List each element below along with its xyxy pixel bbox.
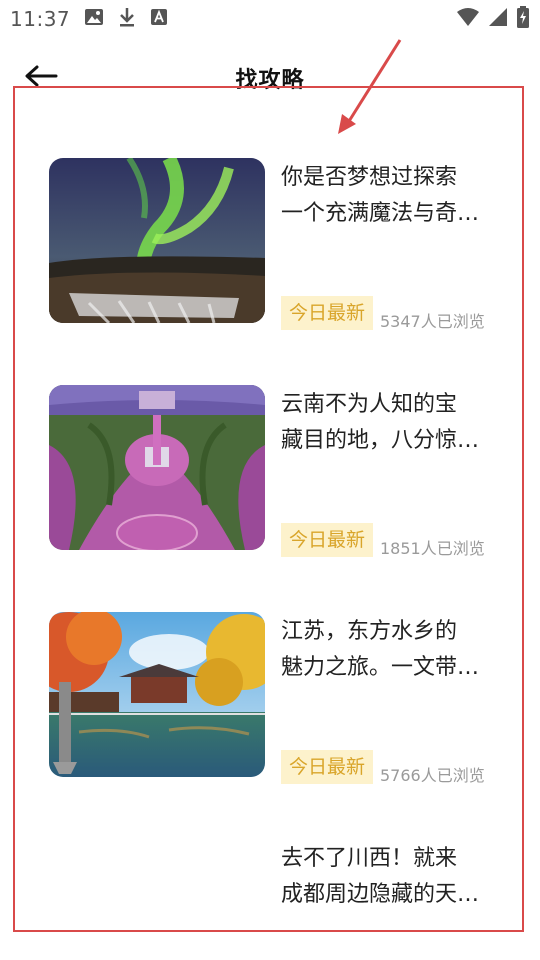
font-icon bbox=[150, 7, 168, 31]
status-badge: 今日最新 bbox=[281, 523, 374, 557]
list-item[interactable]: 你是否梦想过探索 一个充满魔法与奇… 今日最新 5347人已浏览 bbox=[49, 158, 499, 331]
status-bar-left: 11:37 bbox=[10, 7, 168, 32]
battery-charging-icon bbox=[516, 6, 530, 32]
status-badge: 今日最新 bbox=[281, 296, 374, 330]
aurora-waterfall-photo bbox=[49, 158, 265, 323]
article-title: 去不了川西！就来 成都周边隐藏的天… bbox=[281, 841, 496, 913]
view-count: 5347人已浏览 bbox=[380, 312, 485, 331]
article-thumbnail bbox=[49, 612, 265, 777]
download-icon bbox=[118, 7, 136, 32]
article-title: 江苏，东方水乡的 魅力之旅。一文带… bbox=[281, 614, 496, 686]
status-bar-right bbox=[456, 6, 530, 32]
list-item[interactable]: 江苏，东方水乡的 魅力之旅。一文带… 今日最新 5766人已浏览 bbox=[49, 612, 499, 785]
list-item[interactable]: 去不了川西！就来 成都周边隐藏的天… bbox=[49, 839, 499, 919]
article-title-line: 一个充满魔法与奇… bbox=[281, 201, 480, 226]
page-title: 找攻略 bbox=[235, 68, 305, 93]
article-title-line: 藏目的地，八分惊… bbox=[281, 428, 480, 453]
status-notification-icons bbox=[84, 7, 168, 32]
article-title-line: 你是否梦想过探索 bbox=[281, 165, 458, 190]
wifi-icon bbox=[456, 7, 480, 31]
article-title: 云南不为人知的宝 藏目的地，八分惊… bbox=[281, 387, 496, 459]
view-count: 1851人已浏览 bbox=[380, 539, 485, 558]
list-item[interactable]: 云南不为人知的宝 藏目的地，八分惊… 今日最新 1851人已浏览 bbox=[49, 385, 499, 558]
view-count: 5766人已浏览 bbox=[380, 766, 485, 785]
article-title-line: 去不了川西！就来 bbox=[281, 846, 458, 871]
top-app-bar: 找攻略 bbox=[0, 50, 540, 106]
image-icon bbox=[84, 7, 104, 31]
status-time: 11:37 bbox=[10, 7, 71, 31]
aerial-garden-photo bbox=[49, 385, 265, 550]
autumn-pavilion-lake-photo bbox=[49, 612, 265, 777]
signal-icon bbox=[488, 7, 508, 31]
article-thumbnail bbox=[49, 385, 265, 550]
article-title: 你是否梦想过探索 一个充满魔法与奇… bbox=[281, 160, 496, 232]
article-title-line: 云南不为人知的宝 bbox=[281, 392, 458, 417]
status-badge: 今日最新 bbox=[281, 750, 374, 784]
article-thumbnail bbox=[49, 158, 265, 323]
article-title-line: 魅力之旅。一文带… bbox=[281, 655, 480, 680]
status-bar: 11:37 bbox=[0, 0, 540, 38]
article-title-line: 成都周边隐藏的天… bbox=[281, 882, 480, 907]
article-title-line: 江苏，东方水乡的 bbox=[281, 619, 458, 644]
